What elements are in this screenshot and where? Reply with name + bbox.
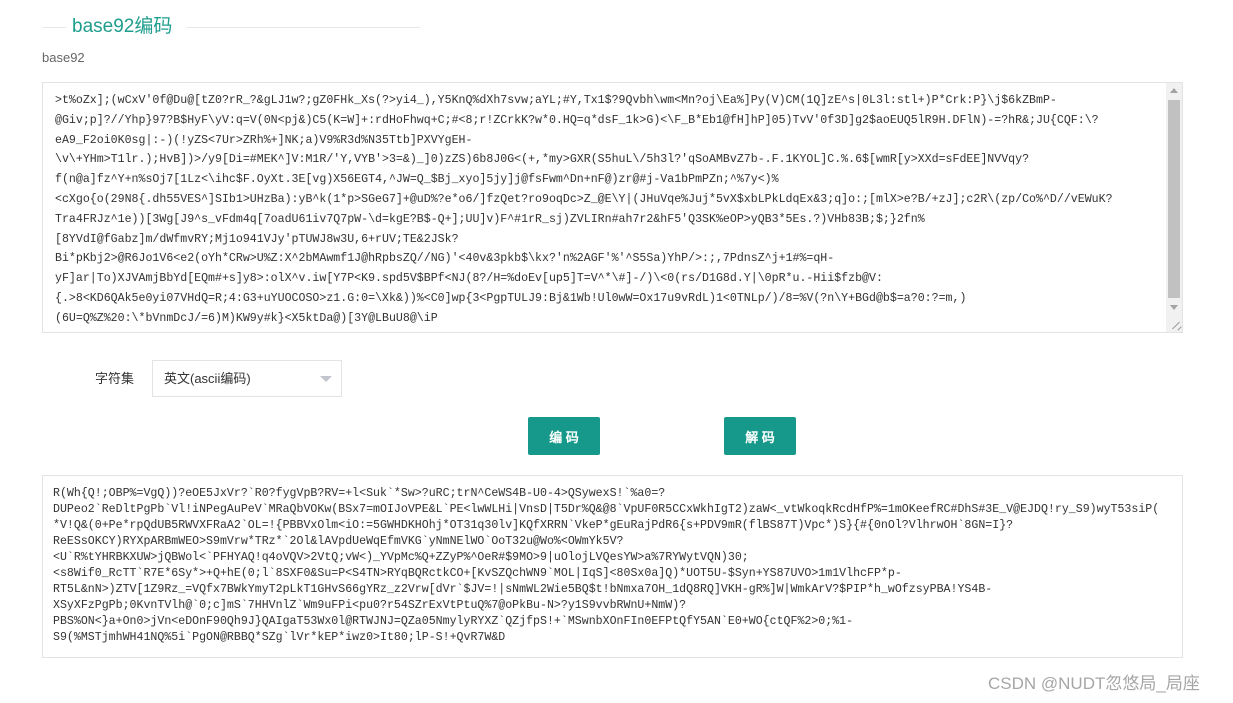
charset-selected-value: 英文(ascii编码) bbox=[164, 371, 251, 386]
decode-button[interactable]: 解 码 bbox=[724, 417, 796, 455]
input-section-label: base92 bbox=[42, 50, 85, 65]
charset-label: 字符集 bbox=[95, 371, 135, 386]
input-textarea-container: >t%oZx];(wCxV'0f@Du@[tZ0?rR_?&gLJ1w?;gZ0… bbox=[42, 82, 1183, 333]
scrollbar-thumb[interactable] bbox=[1168, 100, 1180, 298]
output-textarea-container: R(Wh{Q!;OBP%=VgQ))?eOE5JxVr?`R0?fygVpB?R… bbox=[42, 475, 1183, 658]
charset-select[interactable]: 英文(ascii编码) bbox=[152, 360, 342, 397]
vertical-scrollbar[interactable] bbox=[1166, 83, 1182, 316]
resize-grip-icon[interactable] bbox=[1166, 316, 1182, 332]
watermark: CSDN @NUDT忽悠局_局座 bbox=[988, 674, 1200, 693]
title-divider-left bbox=[42, 27, 66, 28]
input-textarea[interactable]: >t%oZx];(wCxV'0f@Du@[tZ0?rR_?&gLJ1w?;gZ0… bbox=[43, 83, 1182, 332]
title-divider-right bbox=[186, 27, 420, 28]
page-title: base92编码 bbox=[72, 16, 173, 37]
chevron-down-icon bbox=[320, 376, 332, 382]
encode-button[interactable]: 编 码 bbox=[528, 417, 600, 455]
scroll-down-arrow-icon[interactable] bbox=[1170, 305, 1178, 310]
output-textarea[interactable]: R(Wh{Q!;OBP%=VgQ))?eOE5JxVr?`R0?fygVpB?R… bbox=[43, 476, 1182, 657]
scroll-up-arrow-icon[interactable] bbox=[1170, 88, 1178, 93]
